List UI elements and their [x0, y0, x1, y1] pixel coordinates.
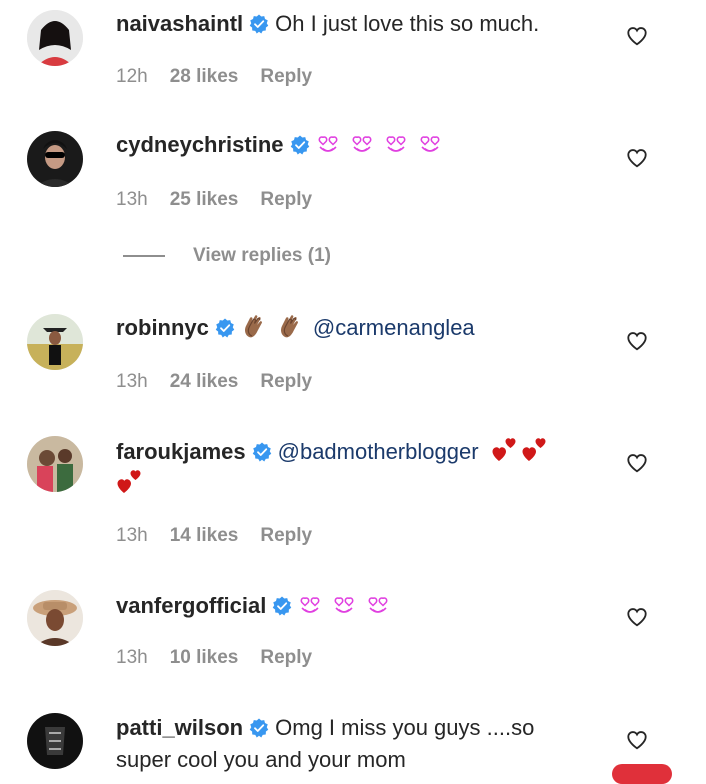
verified-badge-icon	[272, 596, 292, 616]
likes-count[interactable]: 10 likes	[170, 647, 239, 669]
heart-eyes-emoji	[418, 134, 442, 156]
verified-badge-icon	[249, 14, 269, 34]
reply-button[interactable]: Reply	[260, 189, 312, 211]
comment-body: cydneychristine	[116, 129, 596, 161]
timestamp: 13h	[116, 647, 148, 668]
reply-button[interactable]: Reply	[260, 647, 312, 669]
reply-button[interactable]: Reply	[260, 525, 312, 547]
comment-text: super cool you and your mom	[116, 747, 406, 772]
comment-meta: 13h 24 likes Reply	[116, 371, 312, 393]
timestamp: 13h	[116, 525, 148, 546]
comment-body: naivashaintl Oh I just love this so much.	[116, 8, 596, 40]
reply-button[interactable]: Reply	[260, 66, 312, 88]
username[interactable]: faroukjames	[116, 439, 246, 464]
username[interactable]: cydneychristine	[116, 132, 284, 157]
likes-count[interactable]: 24 likes	[170, 371, 239, 393]
verified-badge-icon	[290, 135, 310, 155]
username[interactable]: robinnyc	[116, 315, 209, 340]
comment-meta: 13h 25 likes Reply	[116, 189, 312, 211]
comment-body: robinnyc @carmenanglea	[116, 312, 596, 344]
reply-button[interactable]: Reply	[260, 371, 312, 393]
view-replies-label: View replies (1)	[193, 245, 331, 266]
heart-outline-icon[interactable]	[626, 729, 648, 751]
username[interactable]: naivashaintl	[116, 11, 243, 36]
heart-outline-icon[interactable]	[626, 452, 648, 474]
likes-count[interactable]: 14 likes	[170, 525, 239, 547]
comment-body: vanfergofficial	[116, 590, 596, 622]
likes-count[interactable]: 28 likes	[170, 66, 239, 88]
heart-outline-icon[interactable]	[626, 330, 648, 352]
heart-outline-icon[interactable]	[626, 606, 648, 628]
heart-outline-icon[interactable]	[626, 25, 648, 47]
avatar[interactable]	[27, 131, 83, 187]
timestamp: 12h	[116, 66, 148, 87]
mention-link[interactable]: @badmotherblogger	[278, 439, 479, 464]
username[interactable]: patti_wilson	[116, 715, 243, 740]
verified-badge-icon	[215, 318, 235, 338]
heart-outline-icon[interactable]	[626, 147, 648, 169]
avatar[interactable]	[27, 436, 83, 492]
verified-badge-icon	[249, 718, 269, 738]
timestamp: 13h	[116, 371, 148, 392]
verified-badge-icon	[252, 442, 272, 462]
heart-eyes-emoji	[350, 134, 374, 156]
avatar[interactable]	[27, 590, 83, 646]
likes-count[interactable]: 25 likes	[170, 189, 239, 211]
comment-meta: 12h 28 likes Reply	[116, 66, 312, 88]
username[interactable]: vanfergofficial	[116, 593, 266, 618]
avatar[interactable]	[27, 314, 83, 370]
heart-eyes-emoji	[298, 595, 322, 617]
view-replies-button[interactable]: View replies (1)	[123, 245, 331, 267]
floating-action-button[interactable]	[612, 764, 672, 784]
heart-exclamation-emoji	[116, 469, 142, 495]
heart-eyes-emoji	[384, 134, 408, 156]
mention-link[interactable]: @carmenanglea	[313, 315, 475, 340]
avatar[interactable]	[27, 713, 83, 769]
clapping-hands-emoji	[277, 313, 303, 339]
heart-eyes-emoji	[316, 134, 340, 156]
comment-body: patti_wilson Omg I miss you guys ....so su…	[116, 712, 596, 776]
heart-eyes-emoji	[366, 595, 390, 617]
timestamp: 13h	[116, 189, 148, 210]
heart-exclamation-emoji	[521, 437, 547, 463]
clapping-hands-emoji	[241, 313, 267, 339]
comment-text: Oh I just love this so much.	[275, 11, 540, 36]
comment-body: faroukjames @badmotherblogger	[116, 436, 596, 500]
heart-eyes-emoji	[332, 595, 356, 617]
heart-exclamation-emoji	[491, 437, 517, 463]
divider	[123, 255, 165, 257]
comment-meta: 13h 10 likes Reply	[116, 647, 312, 669]
avatar[interactable]	[27, 10, 83, 66]
comment-text: Omg I miss you guys ....so	[275, 715, 535, 740]
comment-meta: 13h 14 likes Reply	[116, 525, 312, 547]
